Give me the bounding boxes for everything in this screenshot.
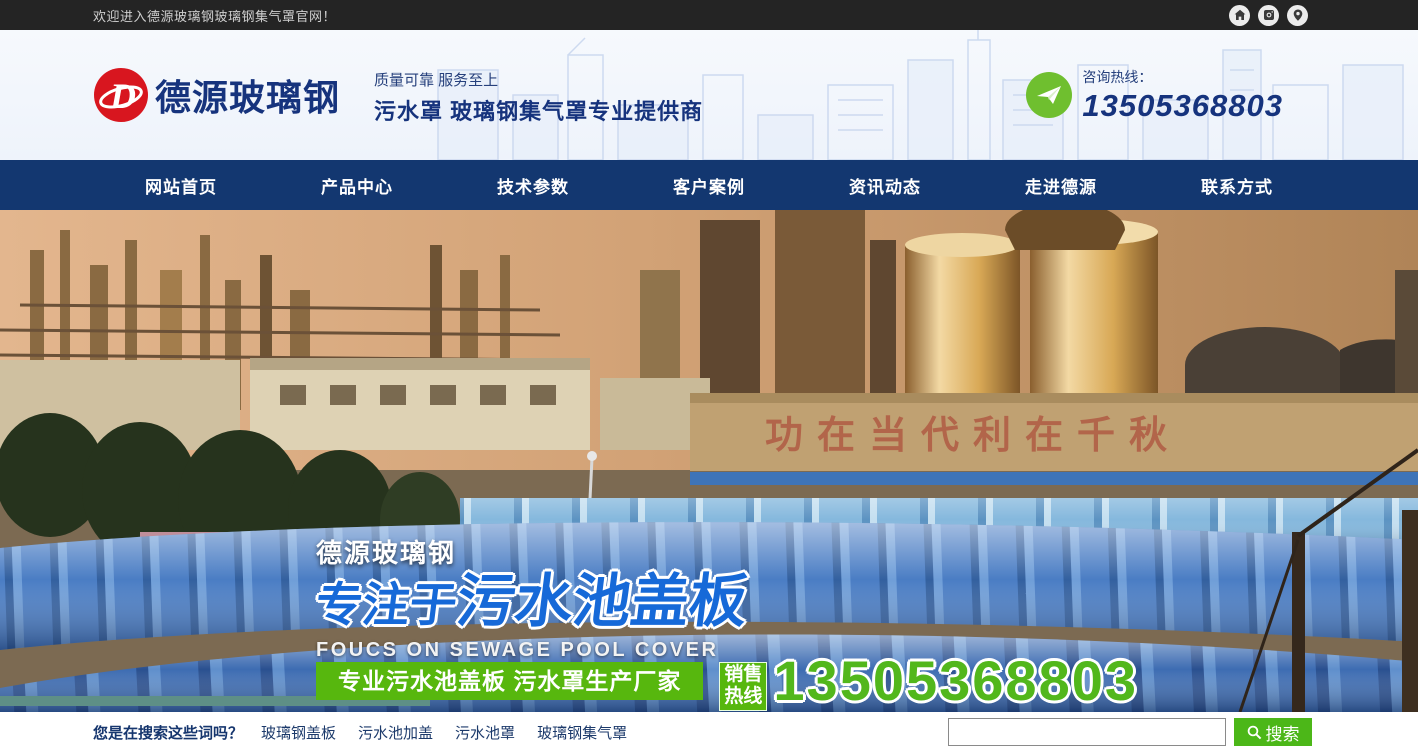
logo[interactable]: D 德源玻璃钢 [93,67,340,123]
svg-text:D: D [109,76,136,116]
topbar-icons [1229,5,1308,26]
search-prompt: 您是在搜索这些词吗？ [93,722,243,743]
slogan-small: 质量可靠 服务至上 [374,69,703,90]
hotword-link-4[interactable]: 玻璃钢集气罩 [537,722,627,743]
sales-number: 13505368803 [773,648,1138,712]
hotline-number: 13505368803 [1082,88,1283,124]
hero-title: 专注于污水池盖板 [312,572,750,633]
search-input[interactable] [948,718,1226,746]
hero-title-main: 污水池盖板 [453,569,751,634]
logo-icon: D [93,67,149,123]
hotword-link-3[interactable]: 污水池罩 [455,722,515,743]
hotword-link-2[interactable]: 污水池加盖 [358,722,433,743]
nav-item-news[interactable]: 资讯动态 [797,160,973,210]
hotword-link-1[interactable]: 玻璃钢盖板 [261,722,336,743]
site-header: D 德源玻璃钢 质量可靠 服务至上 污水罩 玻璃钢集气罩专业提供商 咨询热线： … [0,30,1418,160]
location-pin-icon[interactable] [1287,5,1308,26]
nav-item-products[interactable]: 产品中心 [269,160,445,210]
hero-tag-row: 专业污水池盖板 污水罩生产厂家 销售 热线 13505368803 [316,662,1138,712]
hero-tag: 专业污水池盖板 污水罩生产厂家 [316,662,703,700]
magnifier-icon [1247,725,1262,740]
search-button-label: 搜索 [1266,720,1300,745]
hotline-box: 咨询热线： 13505368803 [1026,67,1283,124]
main-nav: 网站首页 产品中心 技术参数 客户案例 资讯动态 走进德源 联系方式 [0,160,1418,210]
hotline-label: 咨询热线： [1082,67,1283,87]
sales-label-line2: 热线 [724,686,762,708]
search-button[interactable]: 搜索 [1234,718,1312,746]
search-strip: 您是在搜索这些词吗？ 玻璃钢盖板 污水池加盖 污水池罩 玻璃钢集气罩 搜索 [0,712,1418,752]
sales-hotline-badge: 销售 热线 [719,662,767,711]
topbar: 欢迎进入德源玻璃钢玻璃钢集气罩官网！ [0,0,1418,30]
hero-text-block: 德源玻璃钢 专注于污水池盖板 FOUCS ON SEWAGE POOL COVE… [316,533,747,662]
slogan-large: 污水罩 玻璃钢集气罩专业提供商 [374,94,703,126]
company-name: 德源玻璃钢 [155,69,340,121]
hotword-links: 玻璃钢盖板 污水池加盖 污水池罩 玻璃钢集气罩 [261,722,627,743]
nav-item-specs[interactable]: 技术参数 [445,160,621,210]
wall-slogan-text: 功在当代利在千秋 [765,415,1181,457]
nav-item-about[interactable]: 走进德源 [973,160,1149,210]
instagram-icon[interactable] [1258,5,1279,26]
sales-label-line1: 销售 [724,664,762,686]
nav-item-home[interactable]: 网站首页 [93,160,269,210]
hero-title-prefix: 专注于 [312,578,460,631]
welcome-text: 欢迎进入德源玻璃钢玻璃钢集气罩官网！ [93,6,336,25]
hero-subtitle-en: FOUCS ON SEWAGE POOL COVER [316,639,747,662]
paper-plane-icon [1026,72,1072,118]
header-slogans: 质量可靠 服务至上 污水罩 玻璃钢集气罩专业提供商 [374,65,703,126]
home-icon[interactable] [1229,5,1250,26]
nav-item-cases[interactable]: 客户案例 [621,160,797,210]
nav-item-contact[interactable]: 联系方式 [1149,160,1325,210]
hero-banner: 功在当代利在千秋 德源玻璃钢 专注于污水池盖板 [0,210,1418,712]
hero-brand: 德源玻璃钢 [316,533,747,570]
